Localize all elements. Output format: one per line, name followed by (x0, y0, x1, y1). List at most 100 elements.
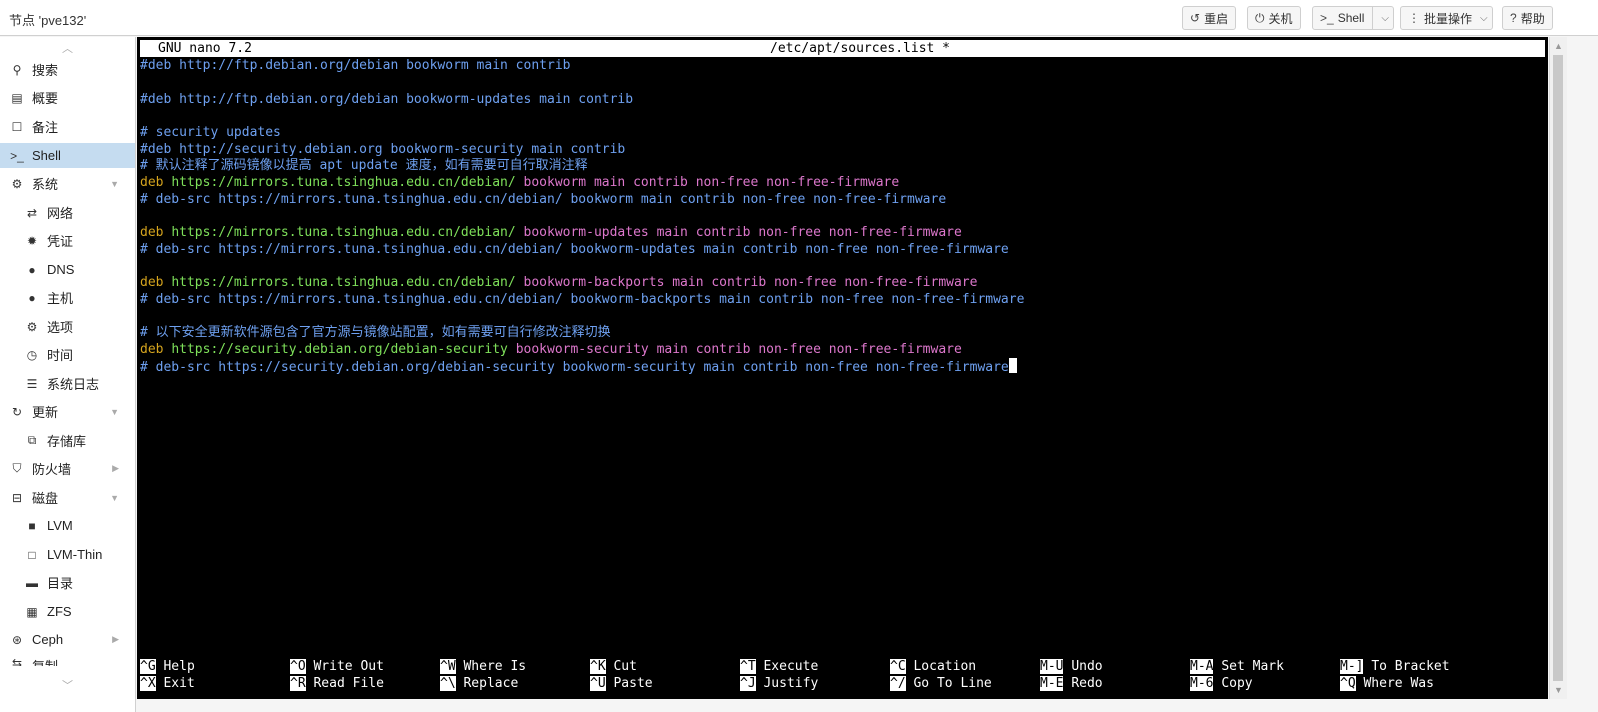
reboot-button[interactable]: ↺ 重启 (1182, 6, 1237, 30)
shortcut-label: Paste (613, 676, 653, 691)
shortcut-key: ^G (140, 659, 156, 674)
sidebar-item-syslog[interactable]: ☰ 系统日志 (0, 371, 135, 396)
chevron-down-icon: ⌵ (1480, 12, 1488, 24)
collapse-icon[interactable]: ▼ (110, 493, 119, 503)
sidebar-item-ceph[interactable]: ⊛ Ceph ▶ (0, 627, 135, 652)
sidebar-item-firewall[interactable]: ⛉ 防火墙 ▶ (0, 456, 135, 481)
sidebar-item-label: 系统 (32, 177, 59, 192)
sidebar-item-hosts[interactable]: ● 主机 (0, 285, 135, 310)
sidebar-item-label: ZFS (47, 604, 72, 619)
scroll-up-icon[interactable]: ︿ (62, 40, 73, 56)
exchange-icon: ⇄ (26, 205, 38, 220)
globe-icon: ● (28, 290, 36, 305)
file-line: # deb-src https://mirrors.tuna.tsinghua.… (140, 192, 947, 207)
sidebar-item-zfs[interactable]: ▦ ZFS (0, 599, 135, 624)
sidebar-item-label: 系统日志 (47, 377, 100, 392)
shortcut-go-to-line[interactable]: ^/ Go To Line (890, 675, 992, 692)
collapse-icon[interactable]: ▼ (110, 407, 119, 417)
terminal-icon: >_ (10, 148, 24, 163)
sidebar-item-search[interactable]: ⚲ 搜索 (0, 57, 135, 82)
sidebar-item-time[interactable]: ◷ 时间 (0, 342, 135, 367)
shortcut-paste[interactable]: ^U Paste (590, 675, 653, 692)
shortcut-key: ^W (440, 659, 456, 674)
sidebar-item-system[interactable]: ⚙ 系统 ▼ (0, 171, 135, 196)
sidebar-item-label: LVM-Thin (47, 547, 103, 562)
shortcut-undo[interactable]: M-U Undo (1040, 658, 1103, 675)
sidebar-item-options[interactable]: ⚙ 选项 (0, 314, 135, 339)
scroll-up-arrow-icon[interactable]: ▲ (1554, 41, 1563, 51)
sidebar-item-label: 目录 (47, 576, 74, 591)
shortcut-label: Location (913, 659, 977, 674)
shortcut-copy[interactable]: M-6 Copy (1190, 675, 1253, 692)
sidebar-item-label: 防火墙 (32, 462, 72, 477)
nano-title-bar: GNU nano 7.2 /etc/apt/sources.list * (140, 40, 1545, 57)
sidebar-item-label: 选项 (47, 320, 74, 335)
scroll-down-icon[interactable]: ﹀ (62, 677, 73, 693)
repo-url: https://security.debian.org/debian-secur… (171, 342, 508, 357)
shortcut-label: Copy (1221, 676, 1253, 691)
sidebar-item-updates[interactable]: ↻ 更新 ▼ (0, 399, 135, 424)
node-title: 节点 'pve132' (9, 13, 87, 28)
shortcut-help[interactable]: ^G Help (140, 658, 195, 675)
sidebar-item-label: 时间 (47, 348, 74, 363)
sidebar-item-summary[interactable]: ▤ 概要 (0, 85, 135, 110)
shortcut-key: ^\ (440, 676, 456, 691)
collapse-icon[interactable]: ▼ (110, 179, 119, 189)
help-button[interactable]: ? 帮助 (1502, 6, 1553, 30)
chevron-down-icon[interactable]: ⌵ (1377, 13, 1389, 24)
shortcut-where-is[interactable]: ^W Where Is (440, 658, 526, 675)
expand-icon[interactable]: ▶ (112, 634, 119, 645)
file-line: # 以下安全更新软件源包含了官方源与镜像站配置，如有需要可自行修改注释切换 (140, 325, 611, 340)
sidebar-item-replication[interactable]: ⇆ 复制 (0, 656, 135, 666)
shortcut-label: To Bracket (1371, 659, 1450, 674)
shortcut-redo[interactable]: M-E Redo (1040, 675, 1103, 692)
sidebar-item-lvm-thin[interactable]: □ LVM-Thin (0, 542, 135, 567)
sidebar-item-notes[interactable]: ☐ 备注 (0, 114, 135, 139)
file-line: # security updates (140, 125, 281, 140)
sidebar-item-label: 网络 (47, 206, 74, 221)
shortcut-execute[interactable]: ^T Execute (740, 658, 818, 675)
files-icon: ⧉ (27, 433, 37, 447)
repo-url: https://mirrors.tuna.tsinghua.edu.cn/deb… (171, 275, 516, 290)
repo-url: https://mirrors.tuna.tsinghua.edu.cn/deb… (171, 225, 516, 240)
shortcut-where-was[interactable]: ^Q Where Was (1340, 675, 1434, 692)
sidebar-item-certificates[interactable]: ✹ 凭证 (0, 228, 135, 253)
file-line: # deb-src https://security.debian.org/de… (140, 358, 1017, 376)
sidebar-item-directory[interactable]: ▬ 目录 (0, 570, 135, 595)
deb-keyword: deb (140, 225, 164, 240)
sidebar-item-network[interactable]: ⇄ 网络 (0, 200, 135, 225)
sidebar-nav: ︿ ⚲ 搜索 ▤ 概要 ☐ 备注 >_ Shell ⚙ 系统 ▼ ⇄ 网络 ✹ … (0, 37, 136, 712)
scrollbar-thumb[interactable] (1553, 55, 1563, 681)
bulk-actions-button[interactable]: ⋮ 批量操作 ⌵ (1400, 6, 1493, 30)
expand-icon[interactable]: ▶ (112, 463, 119, 474)
shortcut-set-mark[interactable]: M-A Set Mark (1190, 658, 1284, 675)
sidebar-item-repositories[interactable]: ⧉ 存储库 (0, 428, 135, 453)
shell-button[interactable]: >_ Shell ⌵ (1312, 6, 1394, 30)
sidebar-item-label: Shell (32, 148, 61, 163)
shortcut-write-out[interactable]: ^O Write Out (290, 658, 384, 675)
shortcut-justify[interactable]: ^J Justify (740, 675, 818, 692)
sidebar-item-disks[interactable]: ⊟ 磁盘 ▼ (0, 485, 135, 510)
shortcut-to-bracket[interactable]: M-] To Bracket (1340, 658, 1450, 675)
scroll-down-arrow-icon[interactable]: ▼ (1554, 685, 1563, 695)
nano-filename: /etc/apt/sources.list * (770, 41, 951, 56)
file-line: deb https://security.debian.org/debian-s… (140, 341, 962, 358)
question-circle-icon: ? (1510, 11, 1517, 25)
undo-icon: ↺ (1190, 11, 1201, 25)
sidebar-item-dns[interactable]: ● DNS (0, 257, 135, 282)
shortcut-read-file[interactable]: ^R Read File (290, 675, 384, 692)
shortcut-exit[interactable]: ^X Exit (140, 675, 195, 692)
shell-terminal[interactable]: GNU nano 7.2 /etc/apt/sources.list * #de… (137, 37, 1548, 699)
shortcut-key: ^Q (1340, 676, 1356, 691)
shortcut-label: Execute (763, 659, 819, 674)
repo-components: bookworm-backports main contrib non-free… (523, 275, 978, 290)
sidebar-item-label: Ceph (32, 632, 64, 647)
terminal-scrollbar[interactable]: ▲ ▼ (1549, 37, 1567, 699)
sidebar-item-shell[interactable]: >_ Shell (0, 143, 135, 168)
shortcut-replace[interactable]: ^\ Replace (440, 675, 518, 692)
shortcut-location[interactable]: ^C Location (890, 658, 976, 675)
shortcut-cut[interactable]: ^K Cut (590, 658, 637, 675)
sidebar-item-lvm[interactable]: ■ LVM (0, 513, 135, 538)
repo-components: bookworm-updates main contrib non-free n… (523, 225, 962, 240)
shutdown-button[interactable]: ⏻ 关机 (1247, 6, 1301, 30)
